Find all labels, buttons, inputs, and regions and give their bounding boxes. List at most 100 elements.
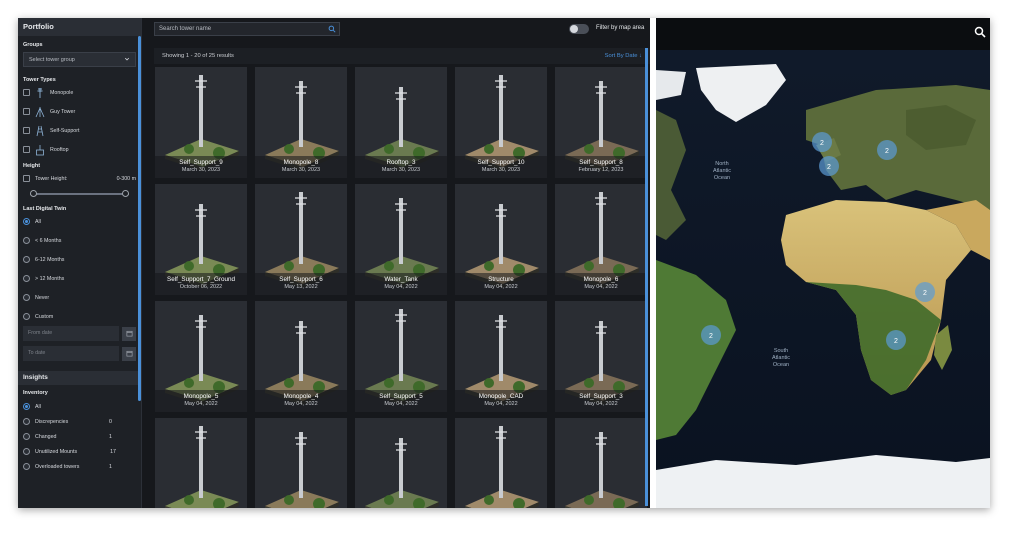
tower-card[interactable]: Monopole_5 May 04, 2022 [155, 301, 247, 412]
tower-card[interactable]: Structure May 04, 2022 [455, 184, 547, 295]
from-date-calendar-button[interactable] [122, 326, 136, 341]
tower-card-caption: Self_Support_8 February 12, 2023 [555, 156, 647, 178]
tower-type-label: Guy Tower [50, 108, 76, 115]
last-twin-never[interactable]: Never [18, 288, 141, 307]
radio-overloaded[interactable] [23, 463, 30, 470]
tower-type-label: Self-Support [50, 127, 80, 134]
radio-discrepencies[interactable] [23, 418, 30, 425]
map-cluster-marker[interactable]: 2 [812, 132, 832, 152]
radio-all[interactable] [23, 218, 30, 225]
tower-card[interactable]: Self_Support_10 March 30, 2023 [455, 67, 547, 178]
radio-custom[interactable] [23, 313, 30, 320]
map-cluster-marker[interactable]: 2 [886, 330, 906, 350]
sort-by-date-button[interactable]: Sort By Date ↓ [605, 53, 642, 59]
from-date-input[interactable]: From date [23, 326, 119, 341]
radio-lt6[interactable] [23, 237, 30, 244]
tower-card[interactable]: Self_Support_7_Ground October 06, 2022 [155, 184, 247, 295]
tower-type-guy-tower[interactable]: Guy Tower [18, 102, 141, 121]
to-date-input[interactable]: To date [23, 346, 119, 361]
last-twin-lt6[interactable]: < 6 Months [18, 231, 141, 250]
radio-6-12[interactable] [23, 256, 30, 263]
tower-name: Self_Support_9 [179, 159, 223, 166]
tower-card[interactable] [555, 418, 647, 508]
radio-gt12[interactable] [23, 275, 30, 282]
tower-card-caption: Monopole_CAD May 04, 2022 [455, 390, 547, 412]
tower-type-self-support[interactable]: Self-Support [18, 121, 141, 140]
tower-type-rooftop[interactable]: Rooftop [18, 140, 141, 159]
inventory-all[interactable]: All [18, 399, 141, 414]
inventory-discrepencies[interactable]: Discrepencies 0 [18, 414, 141, 429]
map-cluster-marker[interactable]: 2 [915, 282, 935, 302]
inventory-count: 17 [110, 448, 116, 455]
antarctica-shape [656, 455, 990, 508]
monopole-checkbox[interactable] [23, 89, 30, 96]
tower-card[interactable] [255, 418, 347, 508]
map-cluster-marker[interactable]: 2 [877, 140, 897, 160]
tower-search-input[interactable]: Search tower name [154, 22, 340, 36]
map-cluster-marker[interactable]: 2 [701, 325, 721, 345]
tower-name: Monopole_8 [283, 159, 319, 166]
tower-model-thumbnail [165, 426, 239, 508]
insights-header[interactable]: Insights [18, 371, 141, 385]
tower-name: Self_Support_7_Ground [167, 276, 235, 283]
tower-card[interactable]: Self_Support_9 March 30, 2023 [155, 67, 247, 178]
sidebar-scrollbar[interactable] [138, 36, 141, 401]
tower-type-monopole[interactable]: Monopole [18, 83, 141, 102]
inventory-unutilized[interactable]: Unutilized Mounts 17 [18, 444, 141, 459]
tower-card[interactable]: Monopole_8 March 30, 2023 [255, 67, 347, 178]
map-cluster-marker[interactable]: 2 [819, 156, 839, 176]
tower-height-checkbox[interactable] [23, 175, 30, 182]
radio-inventory-all[interactable] [23, 403, 30, 410]
map-search-icon[interactable] [974, 26, 986, 38]
cluster-count: 2 [709, 333, 713, 340]
self-support-checkbox[interactable] [23, 127, 30, 134]
tower-card[interactable]: Monopole_4 May 04, 2022 [255, 301, 347, 412]
tower-card[interactable]: Monopole_CAD May 04, 2022 [455, 301, 547, 412]
search-icon[interactable] [328, 25, 336, 33]
slider-min-handle[interactable] [30, 190, 37, 197]
guy-tower-checkbox[interactable] [23, 108, 30, 115]
sidebar: Portfolio Groups Select tower group Towe… [18, 18, 142, 508]
tower-height-value: 0-300 m [116, 175, 136, 182]
tower-date: May 04, 2022 [584, 284, 618, 290]
tower-height-row[interactable]: Tower Height: 0-300 m [18, 169, 141, 188]
inventory-label-text: Changed [35, 433, 57, 440]
tower-card[interactable]: Self_Support_8 February 12, 2023 [555, 67, 647, 178]
tower-card-caption: Structure May 04, 2022 [455, 273, 547, 295]
tower-card[interactable]: Self_Support_5 May 04, 2022 [355, 301, 447, 412]
tower-height-slider[interactable] [30, 190, 129, 198]
tower-date: May 04, 2022 [484, 284, 518, 290]
radio-unutilized[interactable] [23, 448, 30, 455]
radio-label: Custom [35, 313, 54, 320]
last-twin-all[interactable]: All [18, 212, 141, 231]
radio-changed[interactable] [23, 433, 30, 440]
last-twin-gt12[interactable]: > 12 Months [18, 269, 141, 288]
tower-card[interactable]: Self_Support_6 May 13, 2022 [255, 184, 347, 295]
tower-card[interactable]: Self_Support_3 May 04, 2022 [555, 301, 647, 412]
tower-name: Rooftop_3 [386, 159, 416, 166]
guy-tower-icon [35, 106, 45, 117]
inventory-changed[interactable]: Changed 1 [18, 429, 141, 444]
filter-map-toggle[interactable] [569, 24, 589, 34]
tower-card-caption: Rooftop_3 March 30, 2023 [355, 156, 447, 178]
tower-card[interactable] [455, 418, 547, 508]
rooftop-checkbox[interactable] [23, 146, 30, 153]
to-date-calendar-button[interactable] [122, 346, 136, 361]
from-date-row: From date [23, 326, 136, 341]
tower-date: May 04, 2022 [584, 401, 618, 407]
world-map[interactable]: North Atlantic Ocean South Atlantic Ocea… [656, 50, 990, 508]
tower-model-thumbnail [465, 426, 539, 508]
tower-card[interactable]: Monopole_6 May 04, 2022 [555, 184, 647, 295]
tower-card[interactable] [355, 418, 447, 508]
last-twin-custom[interactable]: Custom [18, 307, 141, 326]
tower-card[interactable]: Water_Tank May 04, 2022 [355, 184, 447, 295]
tower-card[interactable]: Rooftop_3 March 30, 2023 [355, 67, 447, 178]
inventory-overloaded[interactable]: Overloaded towers 1 [18, 459, 141, 474]
last-twin-6-12[interactable]: 6-12 Months [18, 250, 141, 269]
tower-group-select[interactable]: Select tower group [23, 52, 136, 67]
slider-max-handle[interactable] [122, 190, 129, 197]
radio-never[interactable] [23, 294, 30, 301]
map-panel: North Atlantic Ocean South Atlantic Ocea… [656, 18, 990, 508]
tower-card[interactable] [155, 418, 247, 508]
gallery-scrollbar[interactable] [645, 48, 648, 506]
